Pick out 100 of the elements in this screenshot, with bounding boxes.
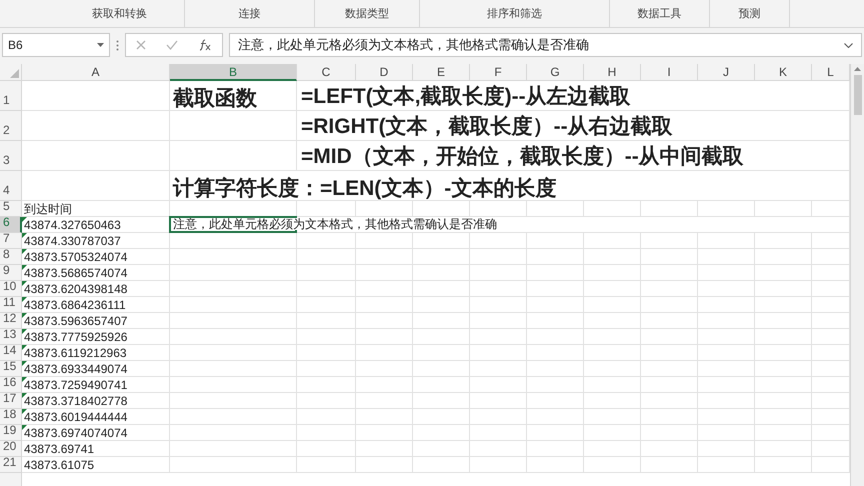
spreadsheet-cell[interactable]: 43873.6019444444 <box>22 409 170 425</box>
formula-input[interactable]: 注意，此处单元格必须为文本格式，其他格式需确认是否准确 <box>229 33 862 57</box>
spreadsheet-cell[interactable] <box>297 281 356 297</box>
spreadsheet-cell[interactable] <box>755 393 812 409</box>
spreadsheet-cell[interactable] <box>413 377 470 393</box>
spreadsheet-cell[interactable] <box>641 377 698 393</box>
spreadsheet-cell[interactable] <box>698 265 755 281</box>
spreadsheet-cell[interactable] <box>470 281 527 297</box>
spreadsheet-cell[interactable] <box>527 345 584 361</box>
row-header[interactable]: 12 <box>0 313 22 329</box>
spreadsheet-cell[interactable] <box>170 457 297 473</box>
spreadsheet-cell[interactable] <box>584 249 641 265</box>
spreadsheet-cell[interactable] <box>170 249 297 265</box>
spreadsheet-cell[interactable] <box>584 201 641 217</box>
spreadsheet-cell[interactable] <box>413 393 470 409</box>
column-header[interactable]: G <box>527 64 584 81</box>
spreadsheet-cell[interactable] <box>356 425 413 441</box>
spreadsheet-cell[interactable] <box>641 457 698 473</box>
scroll-thumb[interactable] <box>854 75 862 115</box>
spreadsheet-cell[interactable] <box>356 441 413 457</box>
row-header[interactable]: 4 <box>0 171 22 201</box>
spreadsheet-cell[interactable] <box>297 441 356 457</box>
spreadsheet-cell[interactable] <box>755 329 812 345</box>
spreadsheet-cell[interactable] <box>698 441 755 457</box>
row-header[interactable]: 16 <box>0 377 22 393</box>
spreadsheet-cell[interactable] <box>698 233 755 249</box>
spreadsheet-cell[interactable]: 43873.5705324074 <box>22 249 170 265</box>
spreadsheet-cell[interactable] <box>470 233 527 249</box>
row-header[interactable]: 11 <box>0 297 22 313</box>
spreadsheet-cell[interactable]: 43873.69741 <box>22 441 170 457</box>
spreadsheet-cell[interactable] <box>470 297 527 313</box>
spreadsheet-cell[interactable] <box>755 281 812 297</box>
spreadsheet-cell[interactable] <box>413 329 470 345</box>
spreadsheet-cell[interactable] <box>641 297 698 313</box>
column-header[interactable]: D <box>356 64 413 81</box>
spreadsheet-cell[interactable] <box>584 441 641 457</box>
spreadsheet-cell[interactable] <box>584 361 641 377</box>
spreadsheet-cell[interactable] <box>413 281 470 297</box>
spreadsheet-cell[interactable] <box>297 297 356 313</box>
spreadsheet-cell[interactable]: 43873.3718402778 <box>22 393 170 409</box>
name-box[interactable]: B6 <box>2 33 110 57</box>
spreadsheet-cell[interactable] <box>356 297 413 313</box>
spreadsheet-cell[interactable]: 43874.330787037 <box>22 233 170 249</box>
spreadsheet-cell[interactable] <box>170 141 297 171</box>
spreadsheet-cell[interactable] <box>755 201 812 217</box>
spreadsheet-cell[interactable] <box>470 409 527 425</box>
spreadsheet-cell[interactable] <box>470 249 527 265</box>
spreadsheet-cell[interactable] <box>413 441 470 457</box>
spreadsheet-cell[interactable] <box>641 361 698 377</box>
spreadsheet-cell[interactable] <box>297 409 356 425</box>
column-header[interactable]: A <box>22 64 170 81</box>
spreadsheet-cell[interactable] <box>527 233 584 249</box>
spreadsheet-cell[interactable] <box>641 425 698 441</box>
spreadsheet-cell[interactable] <box>755 265 812 281</box>
spreadsheet-cell[interactable]: 43873.7775925926 <box>22 329 170 345</box>
spreadsheet-cell[interactable] <box>413 265 470 281</box>
row-header[interactable]: 2 <box>0 111 22 141</box>
spreadsheet-cell[interactable] <box>698 297 755 313</box>
spreadsheet-cell[interactable]: 43873.5963657407 <box>22 313 170 329</box>
spreadsheet-cell[interactable] <box>755 313 812 329</box>
spreadsheet-cell[interactable] <box>170 425 297 441</box>
spreadsheet-cell[interactable] <box>297 249 356 265</box>
spreadsheet-cell[interactable] <box>755 409 812 425</box>
spreadsheet-cell[interactable] <box>584 297 641 313</box>
column-header[interactable]: H <box>584 64 641 81</box>
spreadsheet-cell[interactable] <box>641 249 698 265</box>
spreadsheet-cell[interactable] <box>297 201 356 217</box>
spreadsheet-cell[interactable] <box>527 377 584 393</box>
spreadsheet-cell[interactable]: 到达时间 <box>22 201 170 217</box>
spreadsheet-cell[interactable] <box>641 233 698 249</box>
spreadsheet-cell[interactable] <box>755 297 812 313</box>
row-header[interactable] <box>0 473 22 486</box>
spreadsheet-cell[interactable]: =LEFT(文本,截取长度)--从左边截取 <box>297 81 850 111</box>
spreadsheet-cell[interactable] <box>527 329 584 345</box>
row-header[interactable]: 18 <box>0 409 22 425</box>
spreadsheet-cell[interactable]: 43874.327650463 <box>22 217 170 233</box>
spreadsheet-cell[interactable] <box>356 377 413 393</box>
spreadsheet-cell[interactable] <box>356 249 413 265</box>
spreadsheet-cell[interactable] <box>698 313 755 329</box>
cancel-icon[interactable] <box>136 40 146 50</box>
row-header[interactable]: 5 <box>0 201 22 217</box>
spreadsheet-cell[interactable]: 43873.6864236111 <box>22 297 170 313</box>
spreadsheet-cell[interactable]: 计算字符长度：=LEN(文本）-文本的长度 <box>170 171 850 201</box>
select-all-icon[interactable] <box>10 69 19 78</box>
row-header[interactable]: 15 <box>0 361 22 377</box>
spreadsheet-cell[interactable] <box>755 457 812 473</box>
spreadsheet-cell[interactable] <box>641 201 698 217</box>
column-header[interactable]: E <box>413 64 470 81</box>
spreadsheet-cell[interactable] <box>356 409 413 425</box>
spreadsheet-cell[interactable]: 截取函数 <box>170 81 297 111</box>
spreadsheet-cell[interactable] <box>297 361 356 377</box>
spreadsheet-cell[interactable] <box>755 345 812 361</box>
spreadsheet-cell[interactable] <box>584 457 641 473</box>
column-header[interactable]: I <box>641 64 698 81</box>
spreadsheet-cell[interactable] <box>170 361 297 377</box>
spreadsheet-cell[interactable]: 43873.6204398148 <box>22 281 170 297</box>
spreadsheet-cell[interactable] <box>527 265 584 281</box>
spreadsheet-cell[interactable] <box>641 265 698 281</box>
spreadsheet-cell[interactable] <box>170 441 297 457</box>
row-header[interactable]: 8 <box>0 249 22 265</box>
